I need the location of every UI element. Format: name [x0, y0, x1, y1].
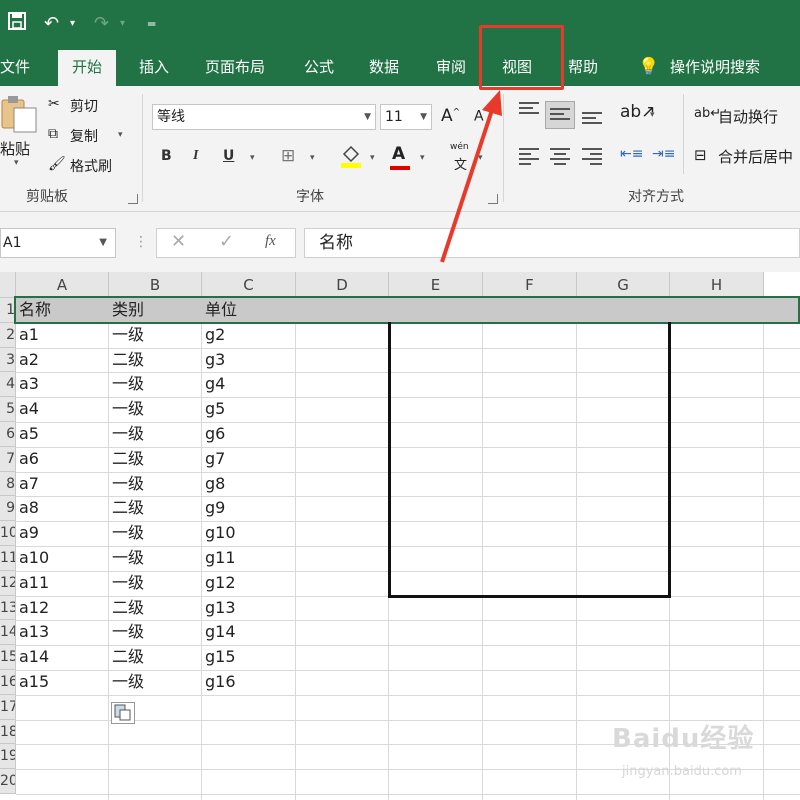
annotation-arrow-icon [440, 90, 502, 263]
watermark-url: jingyan.baidu.com [622, 764, 742, 779]
watermark-brand: Baidu经验 [612, 724, 755, 754]
